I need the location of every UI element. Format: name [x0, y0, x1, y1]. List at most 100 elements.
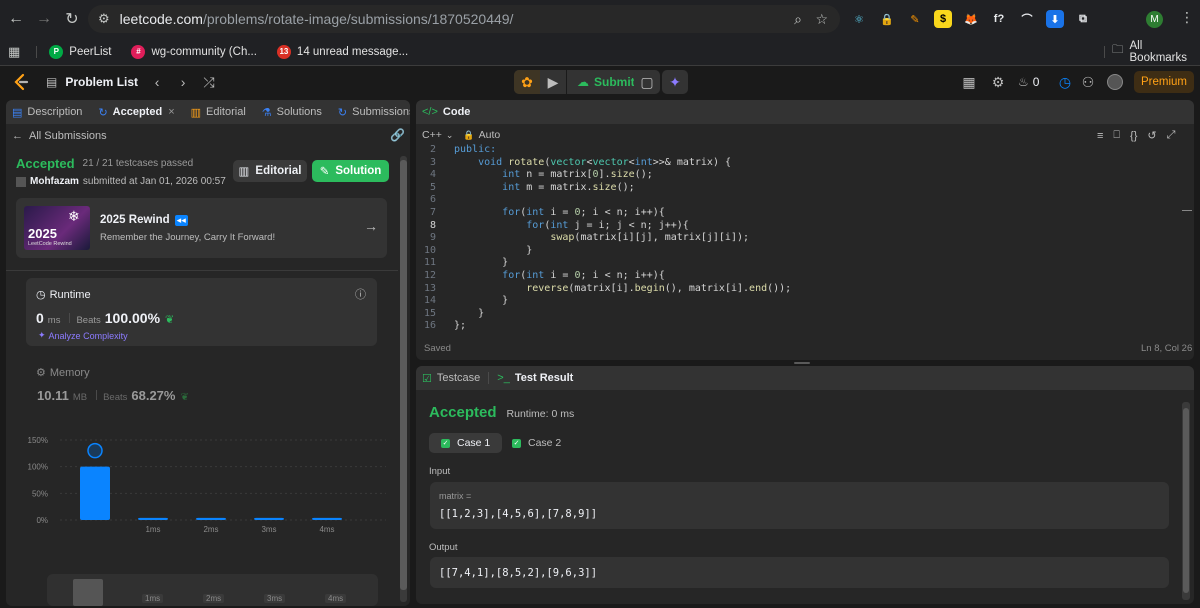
editorial-button[interactable]: ▥ Editorial [233, 160, 307, 182]
bookmark-icon[interactable]: ⎕ [1113, 129, 1120, 142]
scroll-marker [1182, 210, 1192, 211]
x-tick-label: 4ms [319, 525, 334, 534]
code-token: j = i; j < n; j++){ [574, 219, 689, 231]
settings-icon[interactable]: ⚙ [985, 69, 1011, 95]
ai-sparkle-icon[interactable]: ✦ [662, 70, 688, 94]
site-info-icon[interactable]: ⚙ [98, 11, 110, 27]
input-box: matrix = [[1,2,3],[4,5,6],[7,8,9]] [430, 482, 1169, 529]
reload-icon[interactable]: ↻ [58, 5, 86, 33]
shuffle-icon[interactable]: ⤮ [196, 69, 222, 95]
cursor-position: Ln 8, Col 26 [1141, 343, 1193, 354]
problem-list-link[interactable]: Problem List [65, 75, 138, 89]
memory-header[interactable]: ⚙ Memory [36, 366, 90, 380]
bookmark-item[interactable]: # wg-community (Ch... [131, 44, 257, 59]
leetcode-logo-icon[interactable] [12, 73, 30, 91]
debug-icon[interactable]: ✿ [514, 70, 540, 94]
url-host: leetcode.com [119, 11, 203, 27]
x-tick-label: 3ms [261, 525, 276, 534]
code-token: i = [550, 269, 575, 281]
bar[interactable] [312, 517, 342, 520]
next-problem-icon[interactable]: › [170, 69, 196, 95]
tab-code[interactable]: </> Code [416, 100, 476, 124]
prev-problem-icon[interactable]: ‹ [144, 69, 170, 95]
tab-test-result[interactable]: >_ Test Result [491, 366, 579, 390]
add-friend-icon[interactable]: ⚇ [1075, 69, 1101, 95]
submitter-name[interactable]: Mohfazam [30, 176, 79, 187]
runtime-card[interactable]: ◷ Runtime ⓘ 0 ms Beats 100.00% ❦ ✦ Analyz… [26, 278, 377, 346]
fox-icon[interactable]: 🦊 [962, 10, 980, 28]
arrow-right-icon: → [364, 218, 378, 234]
language-select[interactable]: C++ [422, 129, 442, 141]
tab-description[interactable]: ▤ Description [6, 100, 88, 124]
bar[interactable] [80, 466, 110, 520]
menu-icon[interactable]: ⋮ [1180, 9, 1194, 26]
analyze-complexity-link[interactable]: ✦ Analyze Complexity [38, 330, 128, 341]
all-submissions-link[interactable]: ← All Submissions [12, 130, 107, 142]
format-icon[interactable]: ≡ [1097, 130, 1103, 142]
tab-icon: ▥ [190, 106, 202, 119]
zoom-icon[interactable]: ⌕ [794, 11, 802, 28]
line-number: 15 [423, 307, 436, 319]
close-icon[interactable]: × [168, 106, 174, 118]
bar[interactable] [196, 517, 226, 520]
leaf-icon: ❦ [165, 314, 175, 326]
submit-button[interactable]: ☁ Submit [566, 70, 645, 94]
apps-icon[interactable]: ▦ [8, 44, 20, 60]
function-icon[interactable]: f? [990, 10, 1008, 28]
react-icon[interactable]: ⚛ [850, 10, 868, 28]
tab-solutions[interactable]: ⚗ Solutions [256, 100, 328, 124]
reset-icon[interactable]: ↺ [1147, 129, 1156, 142]
info-icon[interactable]: ⓘ [355, 286, 366, 302]
tab-submissions[interactable]: ↻ Submissions [332, 100, 410, 124]
submission-status: Accepted [16, 156, 75, 171]
forward-icon[interactable]: → [30, 5, 58, 33]
solution-button[interactable]: ✎ Solution [312, 160, 389, 182]
cloud-upload-icon: ☁ [577, 75, 589, 89]
input-value: [[1,2,3],[4,5,6],[7,8,9]] [439, 508, 598, 520]
pen-icon: ✎ [319, 166, 330, 178]
case-2-tab[interactable]: ✓ Case 2 [512, 433, 561, 453]
bar[interactable] [254, 517, 284, 520]
runtime-distribution-chart[interactable]: 150% 100% 50% 0% 1ms 2ms 3ms 4ms [16, 432, 386, 562]
streak-counter[interactable]: ♨ 0 [1018, 75, 1039, 89]
auto-mode[interactable]: Auto [479, 129, 501, 141]
code-token: (), matrix[i]. [664, 282, 750, 294]
address-bar[interactable]: ⚙ leetcode.com/problems/rotate-image/sub… [88, 5, 840, 33]
fullscreen-icon[interactable]: ⤢ [1167, 129, 1176, 142]
download-icon[interactable]: ⬇ [1046, 10, 1064, 28]
code-editor[interactable]: 2 public: 3 void rotate(vector<vector<int>… [416, 144, 1176, 330]
user-avatar[interactable] [1107, 74, 1123, 90]
left-scrollbar-thumb[interactable] [400, 160, 407, 590]
profile-avatar[interactable]: M [1146, 11, 1163, 28]
bookmark-item[interactable]: P PeerList [49, 44, 111, 59]
puzzle-icon[interactable]: ⧉ [1074, 10, 1092, 28]
case-1-tab[interactable]: ✓ Case 1 [429, 433, 503, 453]
tab-testcase[interactable]: ☑ Testcase [416, 366, 486, 390]
panel-resize-handle[interactable] [794, 362, 810, 364]
tab-accepted[interactable]: ↻ Accepted × [92, 100, 180, 124]
code-token: for [526, 219, 545, 231]
lock-icon[interactable]: 🔒 [878, 10, 896, 28]
all-bookmarks[interactable]: 🗀 All Bookmarks [1112, 40, 1200, 64]
rewind-banner[interactable]: ❄ 2025 LeetCode Rewind 2025 Rewind ◂◂ Re… [16, 198, 387, 258]
bar[interactable] [138, 517, 168, 520]
back-icon[interactable]: ← [2, 5, 30, 33]
lock-icon: 🔒 [463, 129, 475, 140]
run-icon[interactable]: ▶ [540, 70, 566, 94]
pen-icon[interactable]: ✎ [906, 10, 924, 28]
code-panel: </> Code C++ ⌄ 🔒 Auto ≡ ⎕ {} ↺ ⤢ 2 public… [416, 100, 1194, 360]
notes-icon[interactable]: ▢ [634, 70, 660, 94]
dollar-icon[interactable]: $ [934, 10, 952, 28]
share-link-icon[interactable]: 🔗 [390, 128, 405, 142]
hook-icon[interactable]: ⌒ [1018, 10, 1036, 28]
layout-icon[interactable]: ▦ [956, 69, 982, 95]
bookmark-item[interactable]: 13 14 unread message... [276, 44, 408, 59]
chevron-down-icon[interactable]: ⌄ [446, 130, 454, 141]
code-token: (matrix[i][j], matrix[j][i]); [574, 232, 750, 244]
tab-editorial[interactable]: ▥ Editorial [185, 100, 252, 124]
result-scrollbar-thumb[interactable] [1183, 408, 1189, 593]
braces-icon[interactable]: {} [1130, 130, 1137, 142]
bookmark-star-icon[interactable]: ☆ [815, 11, 828, 28]
premium-button[interactable]: Premium [1134, 71, 1194, 93]
minimap-handle[interactable] [73, 579, 103, 606]
